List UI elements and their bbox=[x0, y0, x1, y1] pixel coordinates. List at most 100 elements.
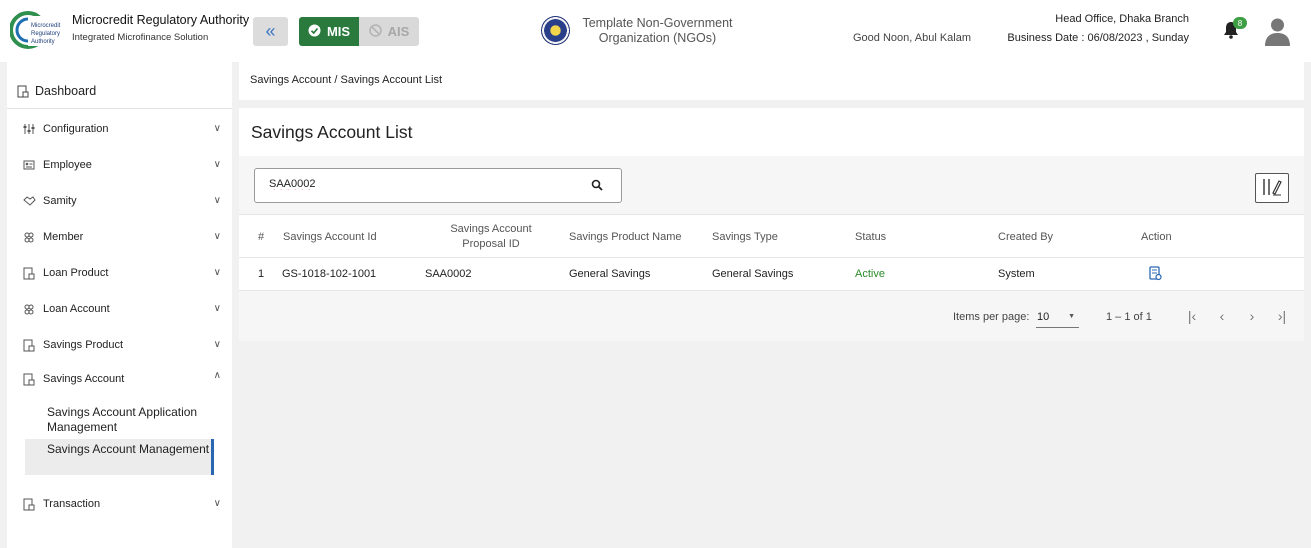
ngo-name-line2: Organization (NGOs) bbox=[598, 31, 717, 45]
items-per-page-value: 10 bbox=[1037, 311, 1050, 323]
sidebar-item-dashboard[interactable]: Dashboard bbox=[17, 84, 96, 98]
cell-created-by: System bbox=[998, 268, 1035, 280]
document-icon bbox=[23, 498, 35, 511]
page-range: 1 – 1 of 1 bbox=[1106, 311, 1152, 323]
sidebar-item-label: Savings Account bbox=[43, 373, 125, 385]
sidebar-item-loan-account[interactable]: Loan Account ∨ bbox=[23, 299, 221, 319]
sidebar-item-label: Loan Account bbox=[43, 303, 110, 315]
items-per-page-select[interactable]: 10 ▼ bbox=[1036, 308, 1079, 328]
sliders-icon bbox=[23, 123, 35, 135]
breadcrumb-parent[interactable]: Savings Account bbox=[250, 74, 331, 86]
branch-name: Head Office, Dhaka Branch bbox=[1055, 13, 1189, 25]
document-icon bbox=[23, 267, 35, 280]
breadcrumb-current: Savings Account List bbox=[340, 74, 443, 86]
sidebar-item-label: Loan Product bbox=[43, 267, 109, 279]
items-per-page-label: Items per page: bbox=[953, 311, 1030, 323]
org-subtitle: Integrated Microfinance Solution bbox=[72, 32, 209, 43]
cell-index: 1 bbox=[258, 268, 265, 280]
document-icon bbox=[23, 339, 35, 352]
sidebar-item-configuration[interactable]: Configuration ∨ bbox=[23, 119, 221, 139]
sidebar-item-savings-product[interactable]: Savings Product ∨ bbox=[23, 335, 221, 355]
chevron-down-icon: ∨ bbox=[213, 339, 221, 350]
double-chevron-left-icon: « bbox=[265, 21, 276, 41]
status-badge: Active bbox=[855, 268, 885, 280]
caret-down-icon: ▼ bbox=[1068, 313, 1075, 320]
business-date: Business Date : 06/08/2023 , Sunday bbox=[1007, 32, 1189, 44]
title-bar: Savings Account List bbox=[239, 108, 1304, 156]
sidebar-item-savings-account[interactable]: Savings Account ∧ bbox=[23, 369, 221, 389]
search-box[interactable] bbox=[254, 168, 622, 203]
handshake-icon bbox=[23, 195, 36, 207]
user-avatar-icon[interactable] bbox=[1264, 17, 1291, 46]
sidebar-item-member[interactable]: Member ∨ bbox=[23, 227, 221, 247]
chevron-down-icon: ∨ bbox=[213, 195, 221, 206]
breadcrumb: Savings Account / Savings Account List bbox=[250, 74, 442, 86]
svg-text:Microcredit: Microcredit bbox=[31, 23, 61, 29]
sidebar-item-loan-product[interactable]: Loan Product ∨ bbox=[23, 263, 221, 283]
mis-button[interactable]: MIS bbox=[299, 17, 359, 46]
ngo-name: Template Non-Government Organization (NG… bbox=[575, 16, 740, 46]
mra-logo: Microcredit Regulatory Authority bbox=[9, 10, 66, 50]
cell-savings-type: General Savings bbox=[712, 268, 794, 280]
chevron-right-icon: › bbox=[1249, 308, 1255, 324]
column-settings-button[interactable] bbox=[1255, 173, 1289, 203]
breadcrumb-bar: Savings Account / Savings Account List bbox=[239, 62, 1304, 100]
last-page-button[interactable]: ›| bbox=[1272, 306, 1292, 326]
column-header-savings-type[interactable]: Savings Type bbox=[712, 230, 778, 245]
svg-text:Regulatory: Regulatory bbox=[31, 31, 60, 37]
next-page-button[interactable]: › bbox=[1242, 306, 1262, 326]
table-header: # Savings Account Id Savings Account Pro… bbox=[239, 214, 1304, 258]
chevron-down-icon: ∨ bbox=[213, 303, 221, 314]
chevron-down-icon: ∨ bbox=[213, 159, 221, 170]
column-header-action: Action bbox=[1141, 231, 1172, 243]
previous-page-button[interactable]: ‹ bbox=[1212, 306, 1232, 326]
svg-text:Authority: Authority bbox=[31, 39, 55, 45]
divider bbox=[7, 108, 232, 109]
sidebar-item-samity[interactable]: Samity ∨ bbox=[23, 191, 221, 211]
column-header-product-name[interactable]: Savings Product Name bbox=[569, 230, 682, 245]
sidebar-subitem-savings-account-application-management[interactable]: Savings Account Application Management bbox=[25, 405, 214, 435]
document-icon bbox=[23, 373, 35, 386]
chevron-left-icon: ‹ bbox=[1219, 308, 1225, 324]
chevron-up-icon: ∧ bbox=[213, 370, 221, 381]
sidebar-item-employee[interactable]: Employee ∨ bbox=[23, 155, 221, 175]
sidebar-item-transaction[interactable]: Transaction ∨ bbox=[23, 494, 221, 514]
column-header-proposal-id[interactable]: Savings Account Proposal ID bbox=[435, 222, 547, 252]
government-seal-icon bbox=[541, 16, 570, 45]
sidebar-item-label: Savings Product bbox=[43, 339, 124, 351]
sidebar-item-label: Member bbox=[43, 231, 84, 243]
chevron-down-icon: ∨ bbox=[213, 498, 221, 509]
sidebar-item-label: Configuration bbox=[43, 123, 109, 135]
members-icon bbox=[23, 231, 35, 243]
notification-badge: 8 bbox=[1233, 17, 1247, 29]
search-icon[interactable] bbox=[591, 179, 603, 191]
sidebar-subitem-label: Savings Account Management bbox=[47, 442, 210, 456]
column-header-created-by[interactable]: Created By bbox=[998, 230, 1053, 245]
search-input[interactable] bbox=[269, 178, 569, 190]
sidebar-item-label: Samity bbox=[43, 195, 77, 207]
table-row: 1 GS-1018-102-1001 SAA0002 General Savin… bbox=[239, 258, 1304, 291]
cell-proposal-id: SAA0002 bbox=[425, 268, 472, 280]
collapse-sidebar-button[interactable]: « bbox=[253, 17, 288, 46]
first-page-icon: |‹ bbox=[1187, 308, 1197, 324]
column-header-status[interactable]: Status bbox=[855, 230, 886, 245]
sidebar-subitem-savings-account-management[interactable]: Savings Account Management bbox=[25, 439, 214, 475]
user-greeting: Good Noon, Abul Kalam bbox=[853, 32, 972, 44]
id-card-icon bbox=[23, 159, 35, 171]
chevron-down-icon: ∨ bbox=[213, 231, 221, 242]
sidebar-item-label: Transaction bbox=[43, 498, 101, 510]
top-header: Microcredit Regulatory Authority Microcr… bbox=[0, 0, 1311, 62]
column-edit-icon bbox=[1261, 177, 1283, 200]
ngo-name-line1: Template Non-Government bbox=[582, 16, 733, 30]
column-header-account-id[interactable]: Savings Account Id bbox=[283, 230, 377, 245]
sidebar: Dashboard Configuration ∨ Employee ∨ Sam… bbox=[7, 62, 232, 548]
view-details-icon[interactable] bbox=[1149, 266, 1162, 281]
chevron-down-icon: ∨ bbox=[213, 267, 221, 278]
sidebar-item-label: Dashboard bbox=[35, 84, 97, 98]
column-header-index: # bbox=[258, 231, 265, 243]
ais-button[interactable]: AIS bbox=[359, 17, 419, 46]
cell-account-id: GS-1018-102-1001 bbox=[282, 268, 377, 280]
first-page-button[interactable]: |‹ bbox=[1182, 306, 1202, 326]
content-panel: # Savings Account Id Savings Account Pro… bbox=[239, 156, 1304, 341]
check-circle-icon bbox=[308, 24, 321, 40]
